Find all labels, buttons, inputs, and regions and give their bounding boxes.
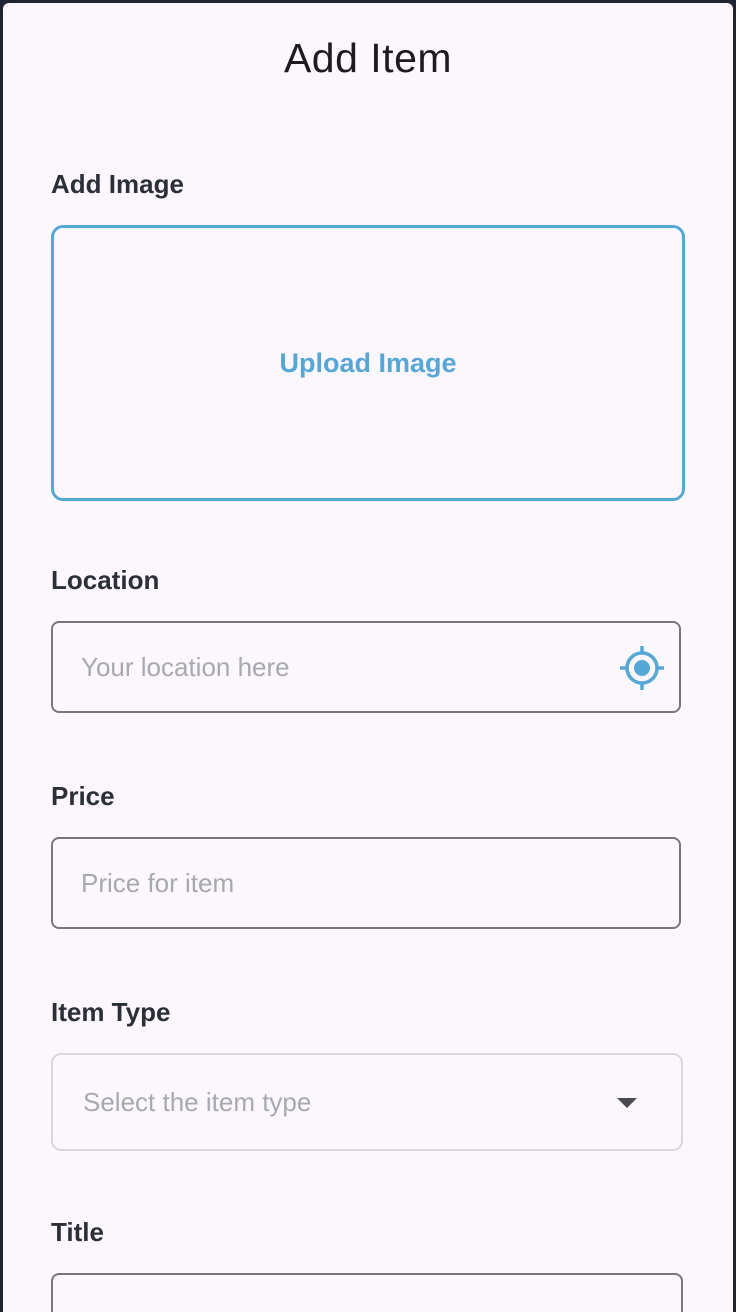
location-label: Location [51, 565, 160, 595]
location-field[interactable] [51, 621, 681, 713]
location-input[interactable] [81, 623, 581, 711]
price-label: Price [51, 781, 115, 811]
item-type-label: Item Type [51, 997, 171, 1027]
my-location-icon[interactable] [619, 645, 665, 691]
title-label: Title [51, 1217, 104, 1247]
title-input[interactable] [51, 1273, 683, 1312]
add-item-screen: Add Item Add Image Upload Image Location… [3, 3, 733, 1312]
item-type-select[interactable]: Select the item type [51, 1053, 683, 1151]
upload-image-label: Upload Image [279, 347, 457, 378]
price-field[interactable] [51, 837, 681, 929]
chevron-down-icon [617, 1098, 637, 1108]
page-title: Add Item [283, 35, 453, 81]
add-image-label: Add Image [51, 169, 184, 199]
upload-image-button[interactable]: Upload Image [51, 225, 685, 501]
price-input[interactable] [81, 839, 581, 927]
item-type-placeholder: Select the item type [83, 1087, 312, 1117]
